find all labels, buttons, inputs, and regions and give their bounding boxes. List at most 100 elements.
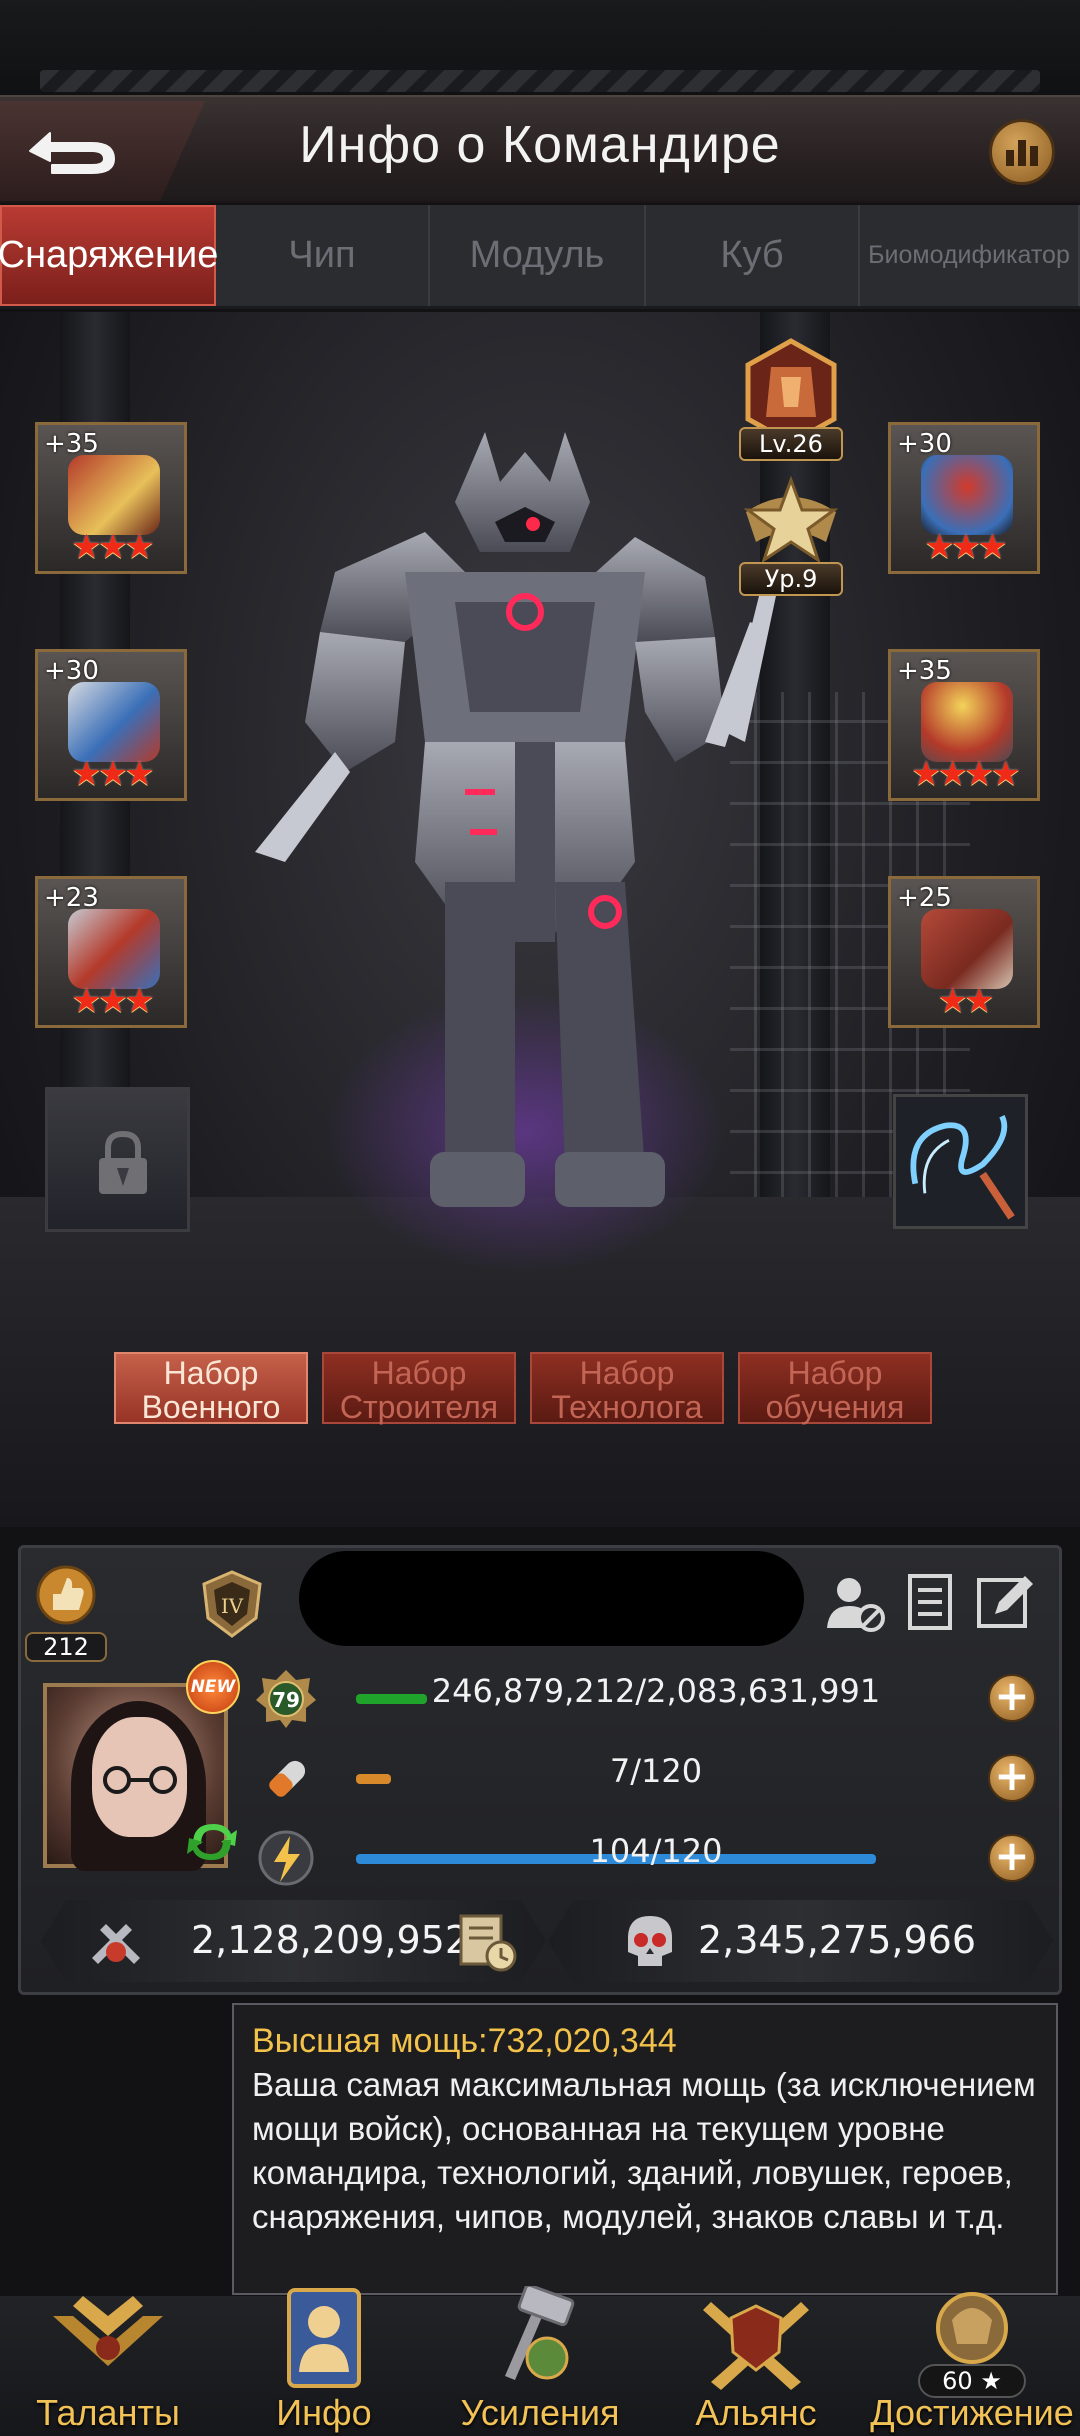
tab-chip[interactable]: Чип — [216, 205, 430, 306]
nav-label: Усиления — [460, 2392, 620, 2433]
back-arrow-icon — [29, 132, 115, 174]
bottom-nav: Таланты Инфо Усиления Альянс 60 ★ Достиж… — [0, 2286, 1080, 2436]
add-energy-button[interactable]: + — [988, 1834, 1036, 1882]
kit-label: Набор обучения — [765, 1355, 905, 1425]
kit-label: Набор Технолога — [551, 1355, 703, 1425]
lock-icon — [99, 1130, 147, 1194]
highest-power-tooltip: Высшая мощь:732,020,344 Ваша самая макси… — [232, 2003, 1058, 2295]
kills-box[interactable]: 2,345,275,966 — [548, 1900, 1053, 1982]
rank-level-label: Ур.9 — [739, 562, 843, 596]
equip-level: +30 — [44, 656, 99, 686]
equip-slot-boots[interactable]: +25 ★★ — [888, 876, 1040, 1028]
lightning-weapon-icon — [910, 1114, 1015, 1220]
armor-level-label: Lv.26 — [739, 427, 843, 461]
equip-level: +23 — [44, 883, 99, 913]
tab-cube[interactable]: Куб — [646, 205, 860, 306]
records-icon[interactable] — [898, 1570, 962, 1634]
energy-value: 104/120 — [589, 1832, 723, 1870]
rank-count-badge[interactable]: 212 — [25, 1564, 107, 1662]
add-stamina-button[interactable]: + — [988, 1754, 1036, 1802]
power-history-icon[interactable] — [455, 1910, 519, 1974]
nav-label: Альянс — [695, 2392, 817, 2433]
equip-slot-helmet[interactable]: +30 ★★★ — [888, 422, 1040, 574]
nav-label: Достижение — [870, 2392, 1074, 2433]
chest-armor-icon — [68, 909, 160, 989]
gauntlet-icon — [68, 455, 160, 535]
profile-settings-icon[interactable] — [823, 1570, 887, 1634]
avatar-glasses — [103, 1766, 177, 1794]
equip-stars: ★★★ — [71, 527, 154, 567]
bar-chart-icon — [1006, 150, 1014, 166]
kit-technologist[interactable]: Набор Технолога — [530, 1352, 724, 1424]
rank-count: 212 — [25, 1632, 107, 1662]
boosts-icon — [505, 2286, 575, 2380]
stamina-value: 7/120 — [609, 1752, 703, 1790]
equip-slot-chest-armor[interactable]: +23 ★★★ — [35, 876, 187, 1028]
equip-slot-arm-guard[interactable]: +30 ★★★ — [35, 649, 187, 801]
tab-biomodifier[interactable]: Биомодификатор — [860, 205, 1080, 306]
new-badge: NEW — [186, 1660, 240, 1714]
equip-slot-special[interactable] — [893, 1094, 1028, 1229]
tab-equipment[interactable]: Снаряжение — [0, 205, 218, 306]
equip-slot-locked[interactable] — [45, 1087, 190, 1232]
svg-text:IV: IV — [221, 1594, 244, 1618]
rank-level-badge[interactable]: Ур.9 — [732, 472, 850, 596]
hero-stage: +35 ★★★ +30 ★★★ +23 ★★★ +30 ★★★ +35 ★★★★… — [0, 312, 1080, 1527]
alliance-icon — [703, 2302, 809, 2390]
nav-info[interactable]: Инфо — [216, 2288, 432, 2436]
info-icon — [287, 2288, 361, 2388]
stamina-row: 7/120 + — [256, 1748, 1036, 1808]
level-icon: 79 — [256, 1670, 316, 1728]
add-experience-button[interactable]: + — [988, 1674, 1036, 1722]
refresh-icon[interactable] — [183, 1816, 241, 1866]
page-title: Инфо о Командире — [299, 116, 781, 174]
kit-military[interactable]: Набор Военного — [114, 1352, 308, 1424]
statistics-button[interactable] — [989, 119, 1055, 185]
boots-icon — [921, 909, 1013, 989]
power-value: 2,128,209,952 — [191, 1918, 470, 1962]
kills-value: 2,345,275,966 — [698, 1918, 977, 1962]
helmet-icon — [921, 455, 1013, 535]
equip-level: +25 — [897, 883, 952, 913]
equip-stars: ★★★★ — [911, 754, 1021, 794]
equip-slot-ring[interactable]: +35 ★★★★ — [888, 649, 1040, 801]
crossed-guns-icon — [92, 1924, 140, 1964]
nav-alliance[interactable]: Альянс — [648, 2296, 864, 2436]
rank-shield-icon[interactable]: IV — [196, 1568, 268, 1640]
kit-training[interactable]: Набор обучения — [738, 1352, 932, 1424]
armor-level-badge[interactable]: Lv.26 — [732, 337, 850, 461]
talents-icon — [53, 2296, 163, 2366]
nav-talents[interactable]: Таланты — [0, 2296, 216, 2436]
power-box[interactable]: 2,128,209,952 — [41, 1900, 546, 1982]
header: Инфо о Командире — [0, 95, 1080, 203]
arm-guard-icon — [68, 682, 160, 762]
nav-label: Таланты — [36, 2392, 180, 2433]
tooltip-body: Ваша самая максимальная мощь (за исключе… — [252, 2066, 1036, 2235]
skull-icon — [628, 1916, 672, 1966]
tab-bar: Снаряжение Чип Модуль Куб Биомодификатор — [0, 205, 1080, 309]
nav-label: Инфо — [276, 2392, 372, 2433]
stamina-icon — [269, 1760, 306, 1797]
edit-icon[interactable] — [973, 1570, 1037, 1634]
equip-slot-gauntlet[interactable]: +35 ★★★ — [35, 422, 187, 574]
equip-stars: ★★★ — [71, 981, 154, 1021]
status-strip — [0, 0, 1080, 95]
equip-stars: ★★★ — [71, 754, 154, 794]
nav-achievement[interactable]: 60 ★ Достижение — [864, 2292, 1080, 2436]
tooltip-title: Высшая мощь:732,020,344 — [252, 2022, 677, 2060]
energy-row: 104/120 + — [256, 1828, 1036, 1888]
equip-level: +35 — [897, 656, 952, 686]
experience-value: 246,879,212/2,083,631,991 — [431, 1672, 881, 1710]
tab-module[interactable]: Модуль — [430, 205, 646, 306]
commander-level: 79 — [272, 1688, 300, 1712]
commander-name-field[interactable] — [299, 1551, 804, 1646]
ring-icon — [921, 682, 1013, 762]
equip-stars: ★★★ — [924, 527, 1007, 567]
experience-row: 79 246,879,212/2,083,631,991 + — [256, 1668, 1036, 1728]
nav-boosts[interactable]: Усиления — [432, 2286, 648, 2436]
thumbs-up-icon — [36, 1565, 96, 1625]
kit-builder[interactable]: Набор Строителя — [322, 1352, 516, 1424]
kit-label: Набор Строителя — [339, 1355, 499, 1425]
equip-level: +35 — [44, 429, 99, 459]
back-button[interactable] — [0, 101, 205, 201]
